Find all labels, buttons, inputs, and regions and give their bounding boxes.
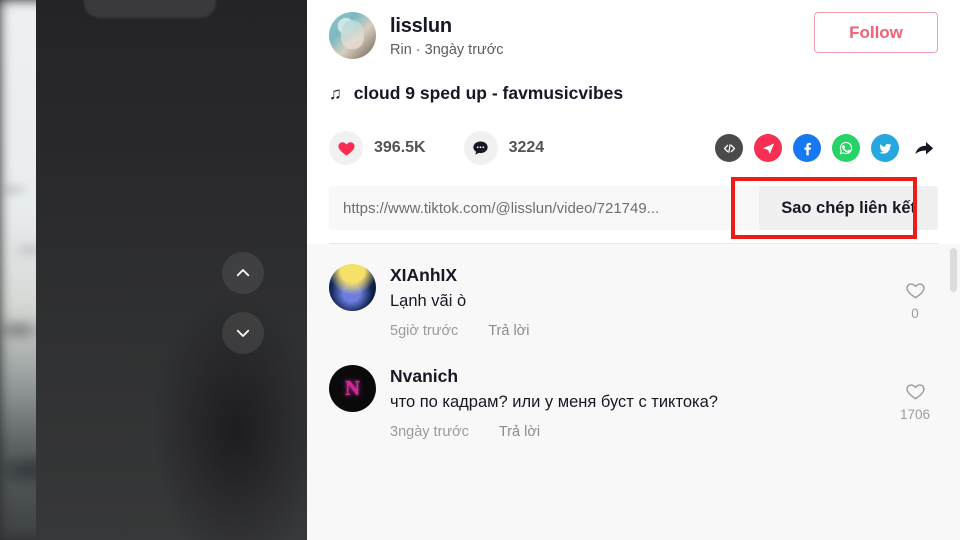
- music-title[interactable]: cloud 9 sped up - favmusicvibes: [354, 83, 623, 104]
- comments-scrollbar[interactable]: [950, 248, 957, 292]
- chevron-up-icon: [236, 269, 250, 277]
- video-url-text[interactable]: https://www.tiktok.com/@lisslun/video/72…: [329, 186, 759, 230]
- facebook-icon[interactable]: [793, 134, 821, 162]
- comment-body: XIAnhIX Lạnh vãi ò 5giờ trước Trả lời: [390, 264, 892, 339]
- next-video-button[interactable]: [222, 312, 264, 354]
- comments-list[interactable]: XIAnhIX Lạnh vãi ò 5giờ trước Trả lời 0: [307, 244, 960, 540]
- video-frame[interactable]: [36, 0, 307, 540]
- paper-plane-icon: [762, 143, 774, 154]
- code-brackets-icon: [723, 143, 735, 153]
- author-subtitle: Rin · 3ngày trước: [390, 42, 504, 58]
- comment-like-count: 0: [911, 306, 919, 321]
- forward-arrow-icon: [915, 141, 934, 155]
- share-arrow-icon[interactable]: [910, 134, 938, 162]
- whatsapp-icon[interactable]: [832, 134, 860, 162]
- comment-like-group[interactable]: 0: [892, 264, 938, 339]
- heart-outline-icon[interactable]: [905, 381, 926, 402]
- comment-text: Lạnh vãi ò: [390, 292, 467, 310]
- twitter-bird-icon: [878, 143, 891, 154]
- like-button[interactable]: [329, 131, 363, 165]
- comment-like-count: 1706: [899, 407, 931, 422]
- comment-meta: 3ngày trước Trả lời: [390, 424, 892, 440]
- comment-stat[interactable]: 3224: [463, 131, 545, 165]
- stats-row: 396.5K 3224: [329, 130, 938, 166]
- like-count: 396.5K: [374, 139, 426, 156]
- author-row: lisslun Rin · 3ngày trước Follow: [329, 12, 938, 59]
- author-username[interactable]: lisslun: [390, 14, 504, 38]
- comment-reply-button[interactable]: Trả lời: [499, 424, 540, 440]
- whatsapp-phone-icon: [839, 141, 853, 155]
- comment-timestamp: 5giờ trước: [390, 323, 459, 339]
- like-stat[interactable]: 396.5K: [329, 131, 426, 165]
- author-text-block: lisslun Rin · 3ngày trước: [390, 12, 504, 59]
- comment-text: что по кадрам? или у меня буст с тиктока…: [390, 393, 718, 411]
- tiktok-video-page: lisslun Rin · 3ngày trước Follow ♫ cloud…: [0, 0, 960, 540]
- comment-reply-button[interactable]: Trả lời: [488, 323, 529, 339]
- comment-meta: 5giờ trước Trả lời: [390, 323, 892, 339]
- previous-video-button[interactable]: [222, 252, 264, 294]
- comment-count: 3224: [508, 139, 545, 156]
- comment-item: Nvanich что по кадрам? или у меня буст с…: [329, 365, 938, 440]
- author-avatar[interactable]: [329, 12, 376, 59]
- facebook-f-icon: [804, 142, 812, 156]
- embed-code-icon[interactable]: [715, 134, 743, 162]
- commenter-avatar[interactable]: [329, 264, 376, 311]
- comment-like-group[interactable]: 1706: [892, 365, 938, 440]
- video-player-pane[interactable]: [0, 0, 307, 540]
- send-icon[interactable]: [754, 134, 782, 162]
- video-header-section: lisslun Rin · 3ngày trước Follow ♫ cloud…: [307, 0, 960, 244]
- comment-author[interactable]: XIAnhIX: [390, 265, 892, 286]
- share-link-row: https://www.tiktok.com/@lisslun/video/72…: [329, 177, 938, 239]
- comment-item: XIAnhIX Lạnh vãi ò 5giờ trước Trả lời 0: [329, 264, 938, 339]
- comment-bubble-icon: [473, 141, 488, 155]
- commenter-avatar[interactable]: [329, 365, 376, 412]
- chevron-down-icon: [236, 329, 250, 337]
- comment-button[interactable]: [463, 131, 498, 165]
- share-icons-row: [704, 134, 938, 162]
- music-row[interactable]: ♫ cloud 9 sped up - favmusicvibes: [329, 83, 938, 104]
- heart-outline-icon[interactable]: [905, 280, 926, 301]
- video-info-pane: lisslun Rin · 3ngày trước Follow ♫ cloud…: [307, 0, 960, 540]
- comment-author[interactable]: Nvanich: [390, 366, 892, 387]
- music-note-icon: ♫: [329, 83, 342, 103]
- comment-body: Nvanich что по кадрам? или у меня буст с…: [390, 365, 892, 440]
- comment-timestamp: 3ngày trước: [390, 424, 469, 440]
- follow-button[interactable]: Follow: [814, 12, 938, 53]
- twitter-icon[interactable]: [871, 134, 899, 162]
- video-overlay-shape: [84, 0, 216, 18]
- share-link-bar: https://www.tiktok.com/@lisslun/video/72…: [329, 186, 938, 230]
- copy-link-button[interactable]: Sao chép liên kết: [759, 186, 938, 230]
- heart-filled-icon: [337, 141, 355, 156]
